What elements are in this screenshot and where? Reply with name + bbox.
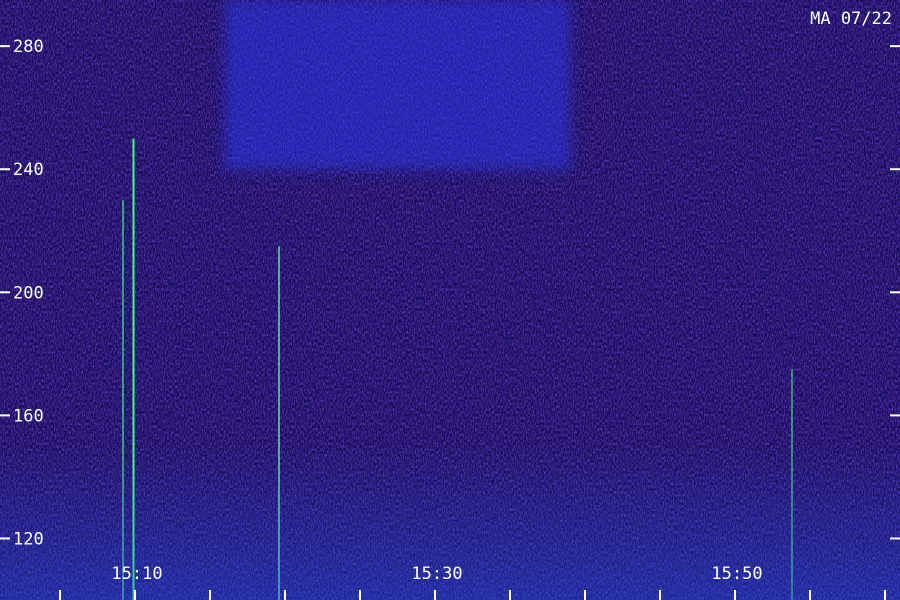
x-tick-label-1: 15:30 <box>411 564 462 584</box>
y-tick-label-160: 160 <box>13 406 44 426</box>
y-tick-label-200: 200 <box>13 283 44 303</box>
y-tick-label-280: 280 <box>13 37 44 57</box>
spectrogram-chart: 120 160 200 240 280 15:10 15:30 15:50 MA 07/22 <box>0 0 900 600</box>
x-tick-label-2: 15:50 <box>711 564 762 584</box>
y-tick-label-240: 240 <box>13 160 44 180</box>
bright-region <box>225 0 570 170</box>
chart-title: MA 07/22 <box>810 9 892 29</box>
y-tick-label-120: 120 <box>13 529 44 549</box>
x-tick-label-0: 15:10 <box>111 564 162 584</box>
